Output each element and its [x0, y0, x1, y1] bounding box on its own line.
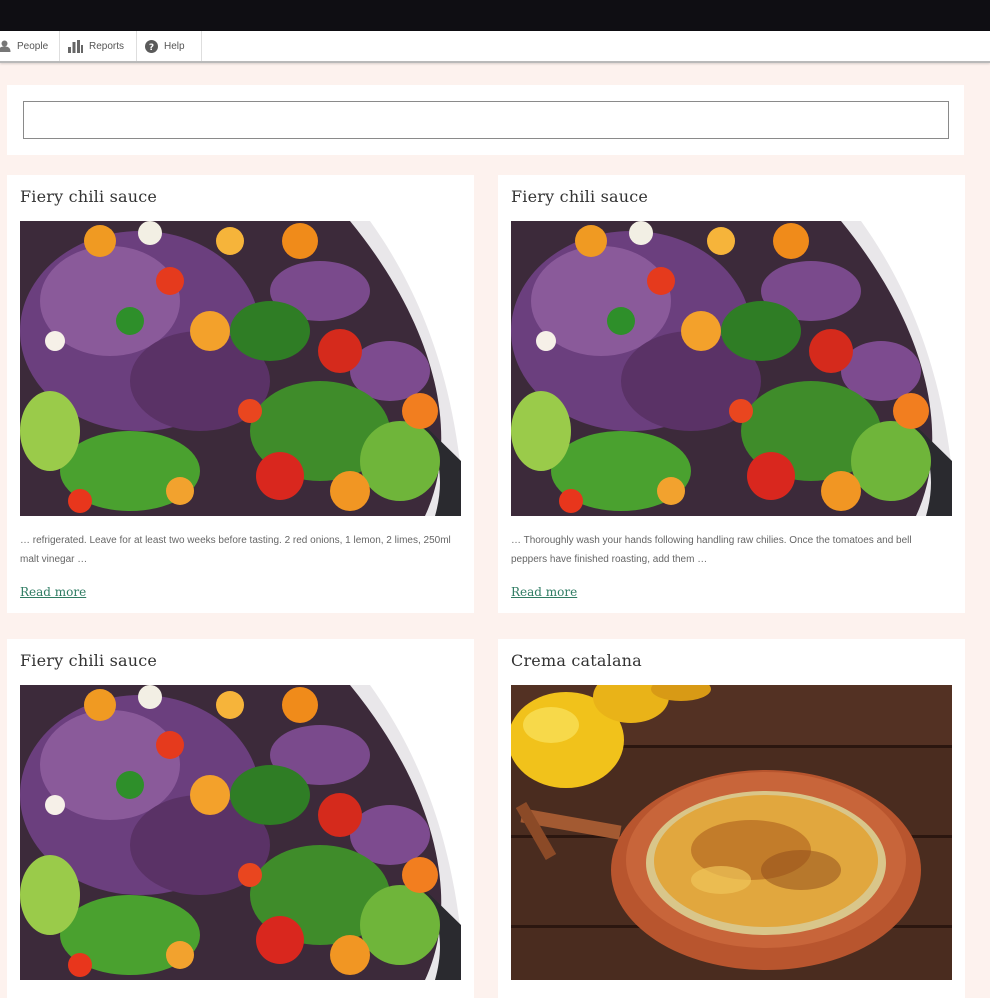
toolbar-item-label: People	[17, 40, 49, 52]
svg-text:?: ?	[149, 43, 154, 53]
toolbar-item-label: Help	[164, 40, 185, 52]
search-panel	[7, 85, 964, 155]
chili-sauce-image[interactable]	[20, 685, 461, 980]
recipe-card: Fiery chili sauce	[7, 639, 474, 998]
chili-sauce-image[interactable]	[20, 221, 461, 516]
toolbar-item-people[interactable]: People	[0, 31, 60, 61]
card-title[interactable]: Fiery chili sauce	[511, 187, 648, 206]
card-excerpt: … refrigerated. Leave for at least two w…	[20, 535, 451, 565]
admin-top-bar	[0, 0, 990, 31]
toolbar-item-reports[interactable]: Reports	[60, 31, 137, 61]
help-icon: ?	[145, 39, 158, 53]
admin-toolbar: People Reports ? Help	[0, 31, 990, 63]
recipe-card: Fiery chili sauce … Thoroughly wash your…	[498, 175, 965, 613]
person-icon	[0, 40, 11, 52]
card-title[interactable]: Fiery chili sauce	[20, 187, 157, 206]
card-title[interactable]: Crema catalana	[511, 651, 642, 670]
read-more-link[interactable]: Read more	[511, 585, 577, 599]
crema-catalana-image[interactable]	[511, 685, 952, 980]
recipe-card: Fiery chili sauce … refrigerated. Leave …	[7, 175, 474, 613]
toolbar-item-label: Reports	[89, 40, 125, 52]
recipe-card: Crema catalana	[498, 639, 965, 998]
card-excerpt: … Thoroughly wash your hands following h…	[511, 535, 912, 565]
toolbar-item-help[interactable]: ? Help	[137, 31, 202, 61]
search-input[interactable]	[23, 101, 949, 139]
card-title[interactable]: Fiery chili sauce	[20, 651, 157, 670]
chili-sauce-image[interactable]	[511, 221, 952, 516]
read-more-link[interactable]: Read more	[20, 585, 86, 599]
bar-chart-icon	[68, 39, 83, 53]
